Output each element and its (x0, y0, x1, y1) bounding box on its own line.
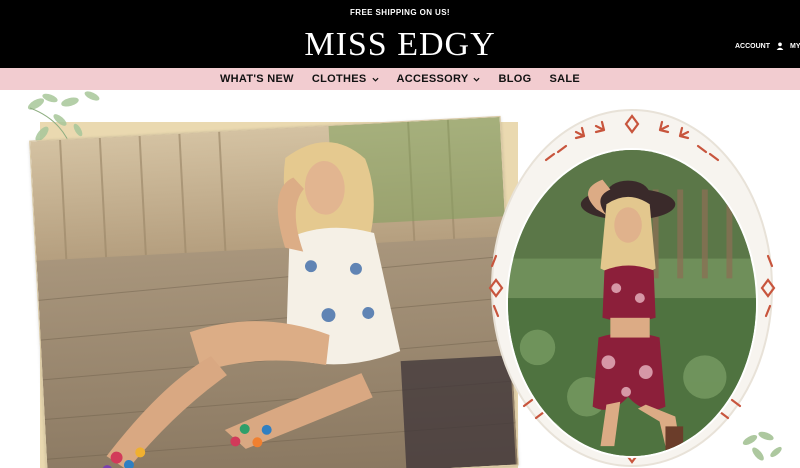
chevron-down-icon (473, 77, 481, 82)
nav-item-whats-new[interactable]: WHAT'S NEW (220, 73, 294, 85)
site-header: FREE SHIPPING ON US! MISS EDGY ACCOUNT M… (0, 0, 800, 68)
nav-item-label: WHAT'S NEW (219, 73, 294, 85)
nav-item-blog[interactable]: BLOG (498, 73, 531, 85)
nav-item-sale[interactable]: SALE (549, 73, 580, 85)
nav-item-clothes[interactable]: CLOTHES (312, 73, 379, 85)
nav-item-label: ACCESSORY (396, 73, 469, 85)
nav-item-label: CLOTHES (311, 73, 367, 85)
person-icon[interactable] (776, 42, 784, 50)
hero-photo-secondary[interactable] (506, 148, 758, 458)
account-area: ACCOUNT MY (735, 42, 800, 50)
promo-banner: FREE SHIPPING ON US! (349, 8, 450, 17)
secondary-photo-illustration (508, 150, 756, 456)
chevron-down-icon (371, 77, 379, 82)
nav-item-label: SALE (549, 73, 581, 85)
main-nav: WHAT'S NEW CLOTHES ACCESSORY BLOG SALE (0, 68, 800, 90)
hero-section (0, 90, 800, 468)
nav-item-accessory[interactable]: ACCESSORY (397, 73, 481, 85)
hero-photo-main[interactable] (29, 115, 519, 468)
hero-photo-illustration (30, 116, 518, 468)
account-link[interactable]: ACCOUNT (735, 43, 770, 50)
my-link[interactable]: MY (790, 43, 800, 50)
nav-item-label: BLOG (498, 73, 532, 85)
leaf-decoration-icon (742, 431, 782, 461)
site-logo[interactable]: MISS EDGY (0, 28, 800, 62)
